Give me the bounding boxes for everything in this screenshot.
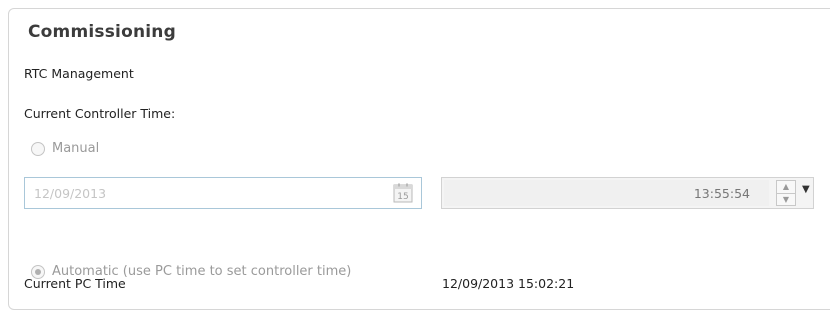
calendar-icon[interactable]: 15 — [393, 183, 413, 203]
manual-radio-label: Manual — [52, 141, 100, 156]
date-field[interactable]: 12/09/2013 15 — [24, 177, 422, 209]
date-field-value: 12/09/2013 — [34, 186, 107, 201]
spin-up-icon[interactable]: ▲ — [777, 181, 795, 194]
pc-time-label: Current PC Time — [24, 276, 126, 291]
manual-radio[interactable] — [31, 141, 45, 156]
panel-title: Commissioning — [28, 22, 176, 42]
controller-time-label: Current Controller Time: — [24, 106, 176, 121]
time-spinner[interactable]: ▲ ▼ — [776, 180, 796, 206]
spin-down-icon[interactable]: ▼ — [777, 194, 795, 206]
time-field[interactable]: 13:55:54 ▲ ▼ ▼ — [441, 177, 814, 209]
dropdown-arrow-icon[interactable]: ▼ — [802, 184, 810, 195]
svg-text:15: 15 — [397, 192, 408, 202]
time-field-value: 13:55:54 — [693, 186, 750, 201]
rtc-management-label: RTC Management — [24, 66, 134, 81]
manual-radio-option[interactable]: Manual — [31, 141, 99, 156]
pc-time-value: 12/09/2013 15:02:21 — [442, 276, 575, 291]
